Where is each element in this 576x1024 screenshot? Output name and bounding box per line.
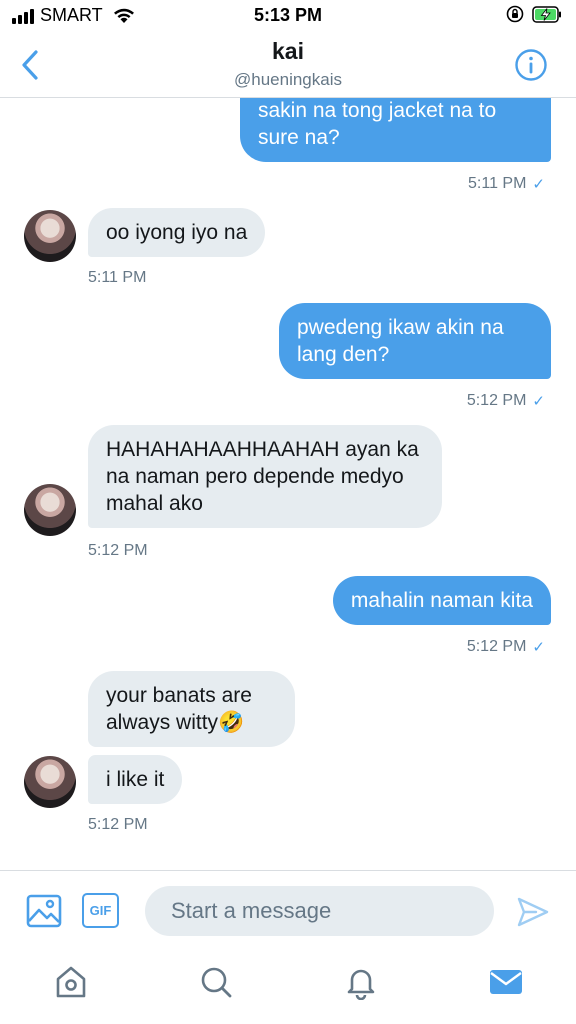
status-bar: SMART 5:13 PM — [0, 0, 576, 32]
message-timestamp: 5:11 PM — [88, 269, 147, 286]
read-check-icon: ✓ — [532, 639, 545, 656]
received-message-bubble[interactable]: HAHAHAHAAHHAAHAH ayan ka na naman pero d… — [88, 425, 442, 528]
battery-charging-icon — [532, 5, 561, 23]
conversation-handle: @hueningkais — [234, 70, 342, 89]
message-text: oo iyong iyo na — [106, 221, 248, 244]
received-message-bubble[interactable]: your banats are always witty🤣 — [88, 671, 295, 747]
message-text: your banats are always witty🤣 — [106, 684, 252, 734]
bell-icon[interactable] — [343, 964, 379, 1000]
message-text: pwedeng ikaw akin na lang den? — [297, 316, 504, 366]
message-input[interactable] — [145, 886, 494, 936]
avatar[interactable] — [24, 210, 76, 262]
message-text: sakin na tong jacket na to sure na? — [258, 99, 497, 149]
received-message-bubble[interactable]: oo iyong iyo na — [88, 208, 266, 257]
sent-message-bubble[interactable]: sakin na tong jacket na to sure na? — [240, 98, 551, 162]
message-text: mahalin naman kita — [350, 589, 533, 612]
avatar[interactable] — [24, 756, 76, 808]
message-timestamp: 5:12 PM — [88, 816, 148, 833]
received-message-bubble[interactable]: i like it — [88, 755, 183, 804]
read-check-icon: ✓ — [532, 393, 545, 410]
message-timestamp: 5:12 PM ✓ — [466, 392, 545, 410]
message-timestamp: 5:12 PM — [88, 542, 148, 559]
conversation-header: kai @hueningkais — [0, 32, 576, 98]
message-timestamp: 5:12 PM ✓ — [466, 638, 545, 656]
sent-message-bubble[interactable]: pwedeng ikaw akin na lang den? — [279, 303, 551, 379]
sent-message-bubble[interactable]: mahalin naman kita — [332, 576, 551, 625]
status-right — [506, 5, 562, 23]
message-text: i like it — [106, 768, 165, 791]
status-time: 5:13 PM — [253, 5, 323, 25]
read-check-icon: ✓ — [532, 176, 545, 193]
info-icon[interactable] — [514, 48, 548, 82]
mail-icon[interactable] — [488, 964, 524, 1000]
message-list[interactable]: sakin na tong jacket na to sure na? 5:11… — [0, 98, 576, 870]
send-icon[interactable] — [516, 895, 550, 929]
image-icon[interactable] — [26, 893, 62, 929]
home-icon[interactable] — [53, 964, 89, 1000]
search-icon[interactable] — [198, 964, 234, 1000]
orientation-lock-icon — [506, 5, 524, 23]
message-text: HAHAHAHAAHHAAHAH ayan ka na naman pero d… — [106, 438, 419, 515]
gif-icon[interactable]: GIF — [82, 893, 119, 928]
avatar[interactable] — [24, 484, 76, 536]
message-composer: GIF — [0, 870, 576, 950]
message-timestamp: 5:11 PM ✓ — [468, 175, 545, 193]
tab-bar — [0, 950, 576, 1024]
conversation-title: kai — [272, 38, 304, 64]
